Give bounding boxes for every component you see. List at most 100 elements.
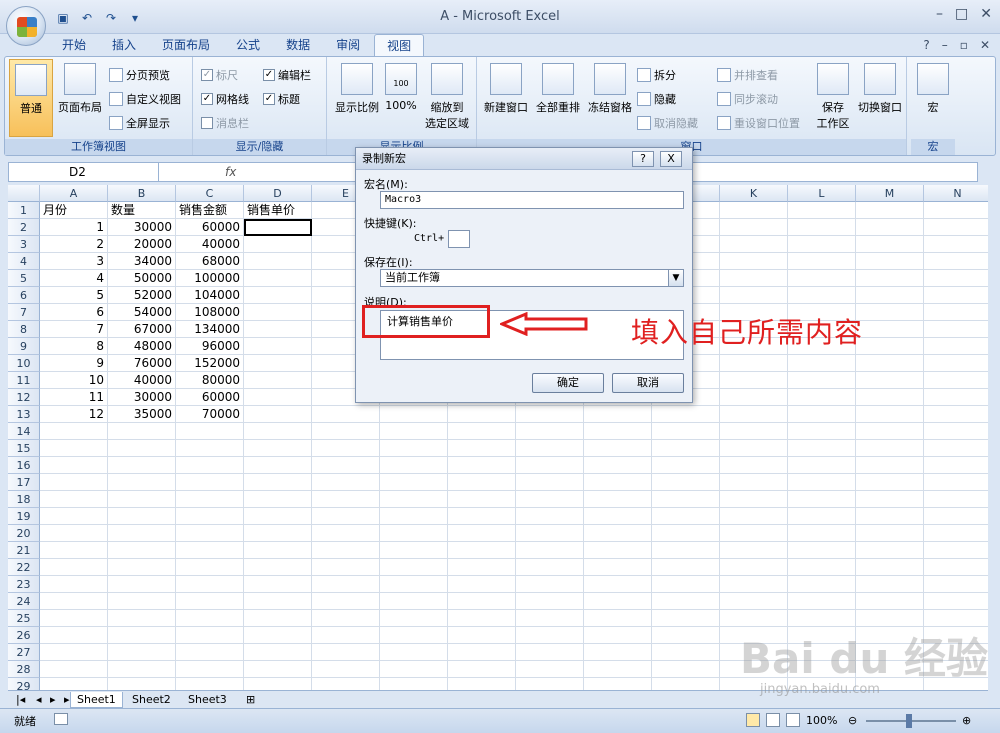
cell-D11[interactable] (244, 372, 312, 389)
cell-N18[interactable] (924, 491, 988, 508)
cell-I16[interactable] (584, 457, 652, 474)
cell-B7[interactable]: 54000 (108, 304, 176, 321)
cell-D14[interactable] (244, 423, 312, 440)
row-header-19[interactable]: 19 (8, 508, 40, 525)
cell-A27[interactable] (40, 644, 108, 661)
cell-H24[interactable] (516, 593, 584, 610)
cell-A14[interactable] (40, 423, 108, 440)
cell-L4[interactable] (788, 253, 856, 270)
cell-D28[interactable] (244, 661, 312, 678)
cell-N15[interactable] (924, 440, 988, 457)
cell-D13[interactable] (244, 406, 312, 423)
cell-K16[interactable] (720, 457, 788, 474)
cell-F21[interactable] (380, 542, 448, 559)
cell-D23[interactable] (244, 576, 312, 593)
cell-J13[interactable] (652, 406, 720, 423)
cell-J28[interactable] (652, 661, 720, 678)
close-icon[interactable]: ✕ (980, 6, 992, 22)
row-header-2[interactable]: 2 (8, 219, 40, 236)
cell-C12[interactable]: 60000 (176, 389, 244, 406)
sheet-tab-3[interactable]: Sheet3 (182, 692, 233, 708)
cell-N9[interactable] (924, 338, 988, 355)
zoom-slider-thumb[interactable] (906, 714, 912, 728)
cell-G21[interactable] (448, 542, 516, 559)
cell-K17[interactable] (720, 474, 788, 491)
cell-K24[interactable] (720, 593, 788, 610)
cell-E23[interactable] (312, 576, 380, 593)
doc-close-icon[interactable]: ✕ (980, 38, 990, 52)
row-header-3[interactable]: 3 (8, 236, 40, 253)
cell-M22[interactable] (856, 559, 924, 576)
zoom-to-selection-button[interactable]: 缩放到 选定区域 (421, 63, 473, 131)
cell-G15[interactable] (448, 440, 516, 457)
arrange-all-button[interactable]: 全部重排 (533, 63, 583, 115)
cell-K12[interactable] (720, 389, 788, 406)
cell-N14[interactable] (924, 423, 988, 440)
cell-G28[interactable] (448, 661, 516, 678)
cell-N8[interactable] (924, 321, 988, 338)
cell-C14[interactable] (176, 423, 244, 440)
sheet-nav-first-icon[interactable]: |◂ (10, 692, 31, 708)
cell-M1[interactable] (856, 202, 924, 219)
cell-C20[interactable] (176, 525, 244, 542)
cell-M8[interactable] (856, 321, 924, 338)
cell-D12[interactable] (244, 389, 312, 406)
cell-B24[interactable] (108, 593, 176, 610)
cell-I14[interactable] (584, 423, 652, 440)
cell-D5[interactable] (244, 270, 312, 287)
cell-C29[interactable] (176, 678, 244, 690)
row-header-17[interactable]: 17 (8, 474, 40, 491)
cell-C21[interactable] (176, 542, 244, 559)
tab-insert[interactable]: 插入 (100, 34, 148, 56)
cell-G25[interactable] (448, 610, 516, 627)
cell-C6[interactable]: 104000 (176, 287, 244, 304)
cell-I28[interactable] (584, 661, 652, 678)
normal-view-status-icon[interactable] (746, 713, 760, 727)
cell-E20[interactable] (312, 525, 380, 542)
cell-K4[interactable] (720, 253, 788, 270)
row-header-22[interactable]: 22 (8, 559, 40, 576)
cell-M23[interactable] (856, 576, 924, 593)
cell-K20[interactable] (720, 525, 788, 542)
row-header-25[interactable]: 25 (8, 610, 40, 627)
cell-K14[interactable] (720, 423, 788, 440)
cell-F22[interactable] (380, 559, 448, 576)
cell-N12[interactable] (924, 389, 988, 406)
cell-D2[interactable] (244, 219, 312, 236)
cell-J21[interactable] (652, 542, 720, 559)
cell-A15[interactable] (40, 440, 108, 457)
cell-B15[interactable] (108, 440, 176, 457)
full-screen-button[interactable]: 全屏显示 (109, 115, 170, 131)
doc-minimize-icon[interactable]: – (942, 38, 948, 52)
cell-L1[interactable] (788, 202, 856, 219)
cell-J18[interactable] (652, 491, 720, 508)
cell-D15[interactable] (244, 440, 312, 457)
insert-function-icon[interactable]: fx (169, 163, 239, 181)
message-bar-checkbox[interactable]: 消息栏 (201, 115, 249, 131)
zoom-100-button[interactable]: 100 100% (383, 63, 419, 112)
cell-N1[interactable] (924, 202, 988, 219)
cell-G14[interactable] (448, 423, 516, 440)
cell-L19[interactable] (788, 508, 856, 525)
cell-I23[interactable] (584, 576, 652, 593)
cell-C24[interactable] (176, 593, 244, 610)
cell-K3[interactable] (720, 236, 788, 253)
cell-N10[interactable] (924, 355, 988, 372)
cell-L5[interactable] (788, 270, 856, 287)
cell-B11[interactable]: 40000 (108, 372, 176, 389)
cell-C2[interactable]: 60000 (176, 219, 244, 236)
cell-N3[interactable] (924, 236, 988, 253)
tab-view[interactable]: 视图 (374, 34, 425, 56)
select-all-corner[interactable] (8, 185, 40, 202)
cell-L6[interactable] (788, 287, 856, 304)
cell-J24[interactable] (652, 593, 720, 610)
cell-K22[interactable] (720, 559, 788, 576)
cell-J16[interactable] (652, 457, 720, 474)
cell-I13[interactable] (584, 406, 652, 423)
cell-E29[interactable] (312, 678, 380, 690)
cell-M2[interactable] (856, 219, 924, 236)
cell-A26[interactable] (40, 627, 108, 644)
cell-E17[interactable] (312, 474, 380, 491)
cell-N7[interactable] (924, 304, 988, 321)
cell-M10[interactable] (856, 355, 924, 372)
